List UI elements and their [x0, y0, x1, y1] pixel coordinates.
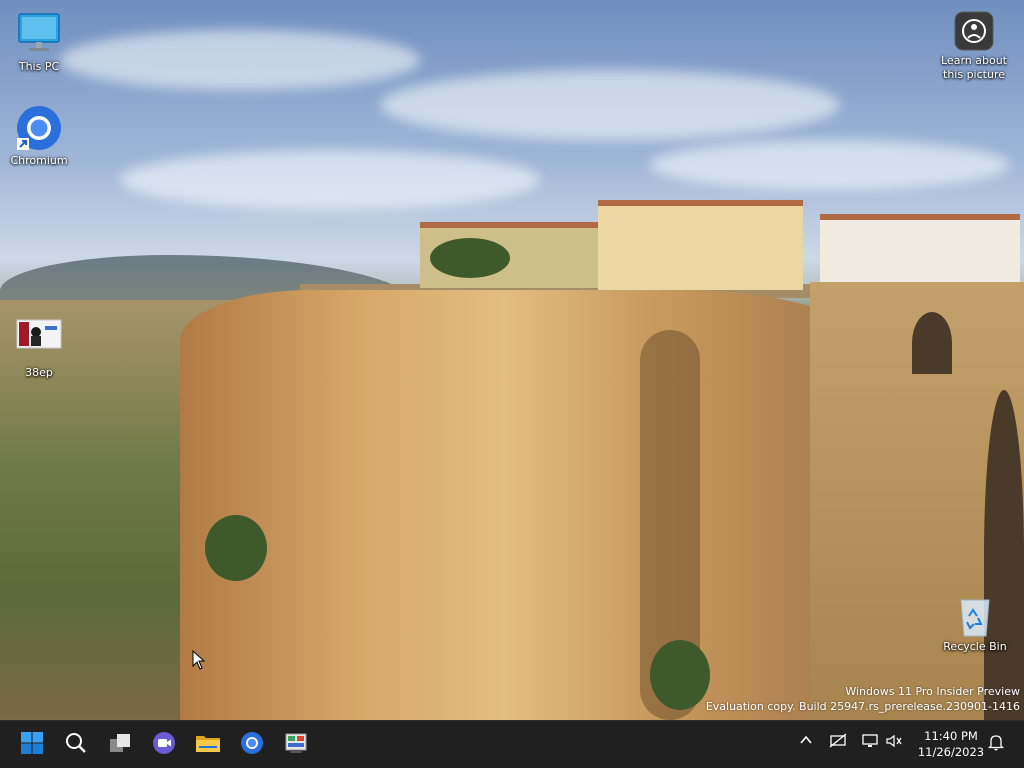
task-view-icon [108, 732, 132, 758]
start-button[interactable] [16, 729, 48, 761]
search-button[interactable] [60, 729, 92, 761]
monitor-icon [15, 10, 63, 58]
chromium-taskbar-button[interactable] [236, 729, 268, 761]
recycle-bin-icon [955, 596, 995, 638]
desktop-icon-recycle-bin[interactable]: Recycle Bin [937, 596, 1013, 654]
watermark-edition: Windows 11 Pro Insider Preview [845, 685, 1020, 698]
file-explorer-button[interactable] [192, 729, 224, 761]
clock-time: 11:40 PM [924, 729, 978, 743]
volume-button[interactable] [884, 733, 904, 753]
trees [430, 238, 510, 278]
cloud [60, 30, 420, 90]
trees [205, 515, 267, 581]
desktop-icon-learn-about-picture[interactable]: Learn about this picture [936, 10, 1012, 82]
trees [650, 640, 710, 710]
cloud [380, 70, 840, 140]
task-view-button[interactable] [104, 729, 136, 761]
folder-icon [195, 732, 221, 758]
desktop-icon-label: Recycle Bin [943, 640, 1007, 653]
desktop-icon-38ep[interactable]: 38ep [1, 316, 77, 380]
bell-icon [987, 735, 1005, 755]
display-status-button[interactable] [860, 733, 880, 753]
chromium-icon [240, 731, 264, 759]
desktop-icon-this-pc[interactable]: This PC [1, 10, 77, 74]
desktop-wallpaper: This PC Chromium 38ep Learn about this p… [0, 0, 1024, 720]
control-panel-icon [284, 731, 308, 759]
windows-start-icon [20, 731, 44, 759]
town-buildings [820, 214, 1020, 286]
camera-info-icon [953, 10, 995, 52]
control-panel-button[interactable] [280, 729, 312, 761]
watermark-build: Evaluation copy. Build 25947.rs_prerelea… [705, 700, 1020, 713]
search-icon [65, 732, 87, 758]
mouse-pointer-icon [192, 649, 206, 674]
evaluation-watermark: Windows 11 Pro Insider Preview Evaluatio… [706, 684, 1020, 714]
bridge-arch [912, 312, 952, 374]
desktop-icon-chromium[interactable]: Chromium [1, 104, 77, 168]
show-hidden-icons-button[interactable] [796, 733, 816, 753]
desktop-icon-label: Learn about this picture [941, 54, 1007, 81]
desktop-icon-label: Chromium [10, 154, 68, 167]
bridge-arch [984, 390, 1024, 720]
taskbar: 11:40 PM 11/26/2023 [0, 720, 1024, 768]
taskbar-clock[interactable]: 11:40 PM 11/26/2023 [916, 728, 986, 760]
cliff [180, 290, 900, 720]
desktop-icon-label: This PC [18, 60, 60, 73]
image-file-icon [15, 316, 63, 364]
display-icon [861, 734, 879, 753]
clock-date: 11/26/2023 [917, 745, 985, 759]
cloud [650, 140, 1010, 190]
chevron-up-icon [799, 735, 813, 751]
sound-muted-icon [885, 734, 903, 753]
chromium-icon [15, 104, 63, 152]
notifications-button[interactable] [986, 733, 1006, 753]
parador-building [598, 200, 803, 290]
desktop-icon-label: 38ep [25, 366, 53, 379]
chat-button[interactable] [148, 729, 180, 761]
network-off-icon [829, 733, 847, 753]
video-chat-icon [152, 731, 176, 759]
cloud [120, 150, 540, 210]
network-status-button[interactable] [828, 733, 848, 753]
